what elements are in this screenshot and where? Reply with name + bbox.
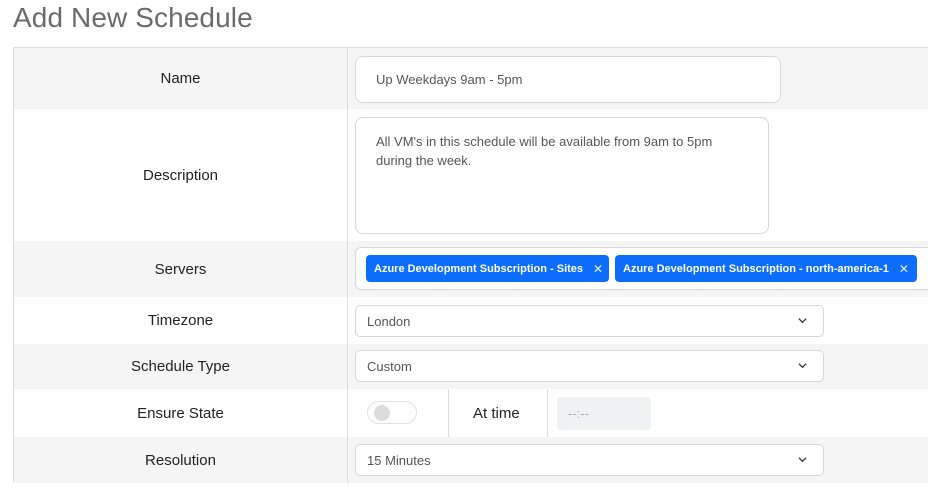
description-line: during the week. (376, 153, 472, 168)
resolution-label: Resolution (14, 437, 348, 483)
timezone-select[interactable]: London (355, 305, 824, 337)
timezone-value: London (367, 314, 411, 329)
servers-multiselect[interactable]: Azure Development Subscription - Sites ✕… (355, 247, 928, 290)
toggle-knob (374, 405, 390, 421)
time-input[interactable]: --:-- (557, 397, 651, 430)
ensure-state-toggle[interactable] (367, 401, 417, 424)
time-placeholder: --:-- (568, 406, 589, 421)
resolution-select[interactable]: 15 Minutes (355, 444, 824, 476)
servers-label: Servers (14, 241, 348, 297)
schedule-type-value: Custom (367, 359, 412, 374)
close-icon[interactable]: ✕ (899, 262, 909, 276)
at-time-label: At time (473, 404, 520, 422)
name-input[interactable]: Up Weekdays 9am - 5pm (355, 56, 781, 103)
description-line: All VM's in this schedule will be availa… (376, 134, 713, 149)
ensure-state-cell (355, 389, 455, 437)
page-title: Add New Schedule (13, 2, 253, 33)
schedule-form: Name Up Weekdays 9am - 5pm Description A… (13, 47, 928, 483)
server-chip-label: Azure Development Subscription - north-a… (623, 262, 889, 275)
schedule-type-row: Schedule Type Custom (14, 344, 928, 389)
description-text: All VM's in this schedule will be availa… (376, 132, 756, 170)
schedule-type-select[interactable]: Custom (355, 350, 824, 382)
name-label: Name (14, 48, 348, 109)
chevron-down-icon (798, 457, 807, 463)
close-icon[interactable]: ✕ (593, 262, 603, 276)
name-input-value: Up Weekdays 9am - 5pm (376, 72, 523, 87)
resolution-value: 15 Minutes (367, 453, 431, 468)
description-label: Description (14, 109, 348, 241)
timezone-row: Timezone London (14, 297, 928, 344)
ensure-state-label: Ensure State (14, 389, 348, 437)
server-chip-label: Azure Development Subscription - Sites (374, 262, 584, 275)
divider (448, 389, 449, 437)
ensure-state-row: Ensure State At time --:-- (14, 389, 928, 437)
chevron-down-icon (798, 318, 807, 324)
servers-row: Servers Azure Development Subscription -… (14, 241, 928, 297)
description-textarea[interactable]: All VM's in this schedule will be availa… (355, 117, 769, 234)
server-chip: Azure Development Subscription - north-a… (615, 255, 917, 282)
divider (547, 389, 548, 437)
name-row: Name Up Weekdays 9am - 5pm (14, 48, 928, 109)
resolution-row: Resolution 15 Minutes (14, 437, 928, 483)
timezone-label: Timezone (14, 297, 348, 344)
schedule-type-label: Schedule Type (14, 344, 348, 389)
server-chip: Azure Development Subscription - Sites ✕ (366, 255, 609, 282)
description-row: Description All VM's in this schedule wi… (14, 109, 928, 241)
chevron-down-icon (798, 363, 807, 369)
